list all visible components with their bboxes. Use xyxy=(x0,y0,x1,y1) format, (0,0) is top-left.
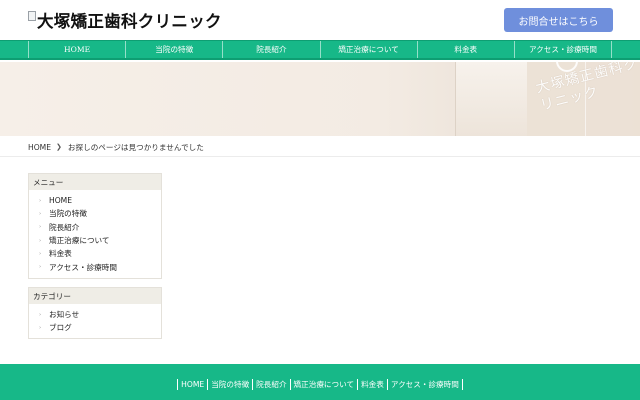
chevron-right-icon: › xyxy=(39,237,42,244)
sidebar-item-label: 矯正治療について xyxy=(49,236,110,246)
hero-banner: 大塚矯正歯科クリニック xyxy=(0,62,640,136)
chevron-right-icon: › xyxy=(39,264,42,271)
chevron-right-icon: › xyxy=(39,197,42,204)
widget-title: カテゴリー xyxy=(29,288,161,304)
footer-link-director[interactable]: 院長紹介 xyxy=(252,379,289,390)
sidebar-item-access[interactable]: › アクセス・診療時間 xyxy=(29,260,161,273)
sidebar-item-price[interactable]: › 料金表 xyxy=(29,247,161,260)
sidebar-item-home[interactable]: › HOME xyxy=(29,194,161,207)
sidebar-item-features[interactable]: › 当院の特徴 xyxy=(29,207,161,220)
footer-link-access[interactable]: アクセス・診療時間 xyxy=(386,379,463,390)
widget-title: メニュー xyxy=(29,174,161,190)
chevron-right-icon: › xyxy=(39,224,42,231)
broken-image-icon xyxy=(28,11,36,21)
sidebar-item-label: 院長紹介 xyxy=(49,222,80,232)
sidebar-item-label: アクセス・診療時間 xyxy=(49,262,117,272)
footer-link-features[interactable]: 当院の特徴 xyxy=(207,379,252,390)
site-header: 大塚矯正歯科クリニック お問合せはこちら xyxy=(0,0,640,40)
sidebar-item-label: 当院の特徴 xyxy=(49,209,87,219)
nav-item-features[interactable]: 当院の特徴 xyxy=(126,41,224,58)
sidebar-item-label: ブログ xyxy=(49,323,72,333)
breadcrumb: HOME ❯ お探しのページは見つかりませんでした xyxy=(28,142,204,152)
chevron-right-icon: › xyxy=(39,210,42,217)
divider xyxy=(0,156,640,157)
nav-item-home[interactable]: HOME xyxy=(29,41,127,58)
chevron-right-icon: › xyxy=(39,250,42,257)
sidebar-item-news[interactable]: › お知らせ xyxy=(29,308,161,321)
sidebar-category-widget: カテゴリー › お知らせ › ブログ xyxy=(28,287,162,339)
site-logo[interactable]: 大塚矯正歯科クリニック xyxy=(28,9,222,31)
chevron-right-icon: ❯ xyxy=(56,143,62,151)
sidebar-item-director[interactable]: › 院長紹介 xyxy=(29,221,161,234)
chevron-right-icon: › xyxy=(39,324,42,331)
footer-link-price[interactable]: 料金表 xyxy=(357,379,387,390)
nav-item-price[interactable]: 料金表 xyxy=(418,41,515,58)
hero-window-pane xyxy=(455,62,527,136)
breadcrumb-home[interactable]: HOME xyxy=(28,143,51,152)
nav-item-access[interactable]: アクセス・診療時間 xyxy=(515,41,613,58)
sidebar-item-label: HOME xyxy=(49,196,73,206)
sidebar-menu-widget: メニュー › HOME › 当院の特徴 › 院長紹介 › 矯正治療について › 料金表 ›… xyxy=(28,173,162,279)
contact-button[interactable]: お問合せはこちら xyxy=(504,8,613,32)
footer-link-treatment[interactable]: 矯正治療について xyxy=(289,379,358,390)
logo-alt-text: 大塚矯正歯科クリニック xyxy=(37,12,222,31)
sidebar-item-blog[interactable]: › ブログ xyxy=(29,321,161,334)
footer-link-home[interactable]: HOME xyxy=(177,379,207,390)
global-nav: HOME 当院の特徴 院長紹介 矯正治療について 料金表 アクセス・診療時間 xyxy=(0,40,640,60)
sidebar-item-label: 料金表 xyxy=(49,249,72,259)
breadcrumb-current: お探しのページは見つかりませんでした xyxy=(67,142,204,152)
sidebar-item-treatment[interactable]: › 矯正治療について xyxy=(29,234,161,247)
site-footer: HOME 当院の特徴 院長紹介 矯正治療について 料金表 アクセス・診療時間 xyxy=(0,364,640,400)
sidebar-item-label: お知らせ xyxy=(49,310,80,320)
chevron-right-icon: › xyxy=(39,311,42,318)
nav-item-director[interactable]: 院長紹介 xyxy=(223,41,321,58)
nav-item-treatment[interactable]: 矯正治療について xyxy=(321,41,418,58)
